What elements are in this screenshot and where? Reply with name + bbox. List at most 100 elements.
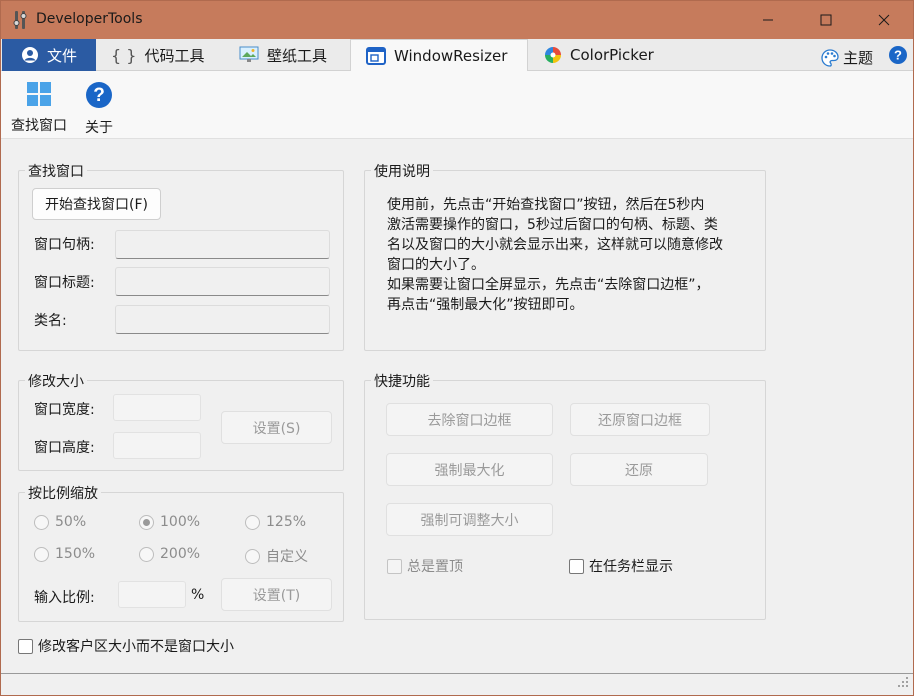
window-handle-label: 窗口句柄: [34, 237, 95, 253]
theme-label: 主题 [842, 49, 873, 67]
radio-indicator [34, 546, 49, 562]
grid-window-icon [26, 81, 52, 111]
restore-button[interactable]: 还原 [570, 453, 708, 486]
usage-group-title: 使用说明 [371, 161, 433, 181]
user-circle-icon [21, 46, 39, 64]
tab-wallpaper-tools[interactable]: 壁纸工具 [239, 39, 327, 71]
usage-line: 激活需要操作的窗口，5秒过后窗口的句柄、标题、类 [387, 217, 718, 233]
tab-label: ColorPicker [570, 46, 654, 64]
close-icon [878, 14, 890, 26]
radio-label: 50% [55, 514, 87, 530]
force-resizable-button[interactable]: 强制可调整大小 [386, 503, 553, 536]
checkbox-label: 在任务栏显示 [589, 559, 673, 575]
usage-line: 窗口的大小了。 [387, 257, 485, 273]
restore-border-button[interactable]: 还原窗口边框 [570, 403, 710, 436]
usage-line: 如果需要让窗口全屏显示，先点击“去除窗口边框”， [387, 277, 710, 293]
usage-line: 再点击“强制最大化”按钮即可。 [387, 297, 584, 313]
close-button[interactable] [855, 1, 913, 39]
minimize-icon [763, 19, 773, 21]
radio-indicator [245, 548, 260, 564]
wallpaper-icon [239, 46, 259, 64]
checkbox-label: 修改客户区大小而不是窗口大小 [38, 639, 234, 655]
svg-text:?: ? [894, 48, 902, 63]
find-window-group-title: 查找窗口 [25, 161, 87, 181]
radio-label: 200% [160, 546, 201, 562]
client-area-checkbox[interactable]: 修改客户区大小而不是窗口大小 [18, 636, 234, 656]
radio-scale-125[interactable]: 125% [245, 514, 306, 530]
quick-functions-group-title: 快捷功能 [371, 371, 433, 391]
radio-indicator [245, 514, 260, 530]
color-wheel-icon [544, 46, 562, 64]
tab-bar: 文件 { } 代码工具 壁纸工具 WindowResizer ColorPick… [1, 39, 913, 72]
theme-button[interactable]: 主题 [821, 47, 873, 68]
help-icon[interactable]: ? [889, 46, 907, 68]
window-width-input[interactable] [113, 394, 201, 421]
find-window-tool-label: 查找窗口 [11, 118, 67, 134]
braces-icon: { } [111, 45, 137, 65]
set-size-button[interactable]: 设置(S) [221, 411, 332, 444]
start-find-window-button[interactable]: 开始查找窗口(F) [32, 188, 161, 220]
percent-unit: % [191, 587, 205, 603]
radio-scale-custom[interactable]: 自定义 [245, 546, 308, 566]
show-in-taskbar-checkbox[interactable]: 在任务栏显示 [569, 556, 673, 576]
window-title: DeveloperTools [36, 11, 143, 27]
minimize-button[interactable] [739, 1, 797, 39]
radio-scale-100[interactable]: 100% [139, 514, 200, 530]
question-icon: ? [85, 81, 113, 113]
tab-label: WindowResizer [394, 47, 508, 65]
window-resize-icon [366, 47, 386, 65]
scale-group-title: 按比例缩放 [25, 483, 101, 503]
toolbar: 查找窗口 ? 关于 [1, 71, 913, 139]
app-window: DeveloperTools 文件 { } 代码工具 壁纸工具 WindowRe… [0, 0, 914, 696]
checkbox-box [569, 558, 584, 574]
radio-indicator [139, 546, 154, 562]
scale-input-label: 输入比例: [34, 590, 95, 606]
tab-file[interactable]: 文件 [2, 39, 96, 71]
class-name-field[interactable] [115, 305, 330, 334]
maximize-button[interactable] [797, 1, 855, 39]
radio-label: 125% [266, 514, 307, 530]
window-height-input[interactable] [113, 432, 201, 459]
window-height-label: 窗口高度: [34, 440, 95, 456]
tab-label: 文件 [46, 46, 77, 65]
usage-instructions: 使用前，先点击“开始查找窗口”按钮，然后在5秒内 激活需要操作的窗口，5秒过后窗… [387, 195, 757, 315]
usage-line: 使用前，先点击“开始查找窗口”按钮，然后在5秒内 [387, 197, 705, 213]
resize-group-title: 修改大小 [25, 371, 87, 391]
radio-label: 150% [55, 546, 96, 562]
palette-icon [821, 48, 839, 67]
find-window-tool-button[interactable]: 查找窗口 [11, 81, 67, 135]
tab-windowresizer[interactable]: WindowResizer [350, 39, 528, 72]
radio-scale-50[interactable]: 50% [34, 514, 86, 530]
tab-code-tools[interactable]: { } 代码工具 [111, 39, 204, 71]
window-width-label: 窗口宽度: [34, 402, 95, 418]
radio-label: 自定义 [266, 549, 308, 565]
radio-scale-150[interactable]: 150% [34, 546, 95, 562]
window-title-field[interactable] [115, 267, 330, 296]
always-on-top-checkbox[interactable]: 总是置顶 [387, 556, 463, 576]
window-handle-field[interactable] [115, 230, 330, 259]
remove-border-button[interactable]: 去除窗口边框 [386, 403, 553, 436]
radio-indicator [34, 514, 49, 530]
app-icon [13, 10, 29, 30]
class-name-label: 类名: [34, 313, 67, 329]
about-tool-label: 关于 [85, 120, 113, 136]
checkbox-box [387, 558, 402, 574]
title-bar: DeveloperTools [1, 1, 913, 39]
checkbox-label: 总是置顶 [407, 559, 463, 575]
maximize-icon [820, 14, 832, 26]
tab-label: 代码工具 [144, 46, 205, 65]
svg-text:?: ? [93, 85, 105, 106]
usage-line: 名以及窗口的大小就会显示出来，这样就可以随意修改 [387, 237, 723, 253]
radio-label: 100% [160, 514, 201, 530]
window-title-label: 窗口标题: [34, 275, 95, 291]
tab-colorpicker[interactable]: ColorPicker [544, 39, 654, 71]
radio-scale-200[interactable]: 200% [139, 546, 200, 562]
status-bar [1, 673, 913, 695]
set-scale-button[interactable]: 设置(T) [221, 578, 332, 611]
radio-indicator [139, 514, 154, 530]
checkbox-box [18, 638, 33, 654]
force-maximize-button[interactable]: 强制最大化 [386, 453, 553, 486]
resize-grip-icon[interactable] [897, 676, 909, 692]
scale-input[interactable] [118, 581, 186, 608]
about-tool-button[interactable]: ? 关于 [85, 81, 113, 137]
